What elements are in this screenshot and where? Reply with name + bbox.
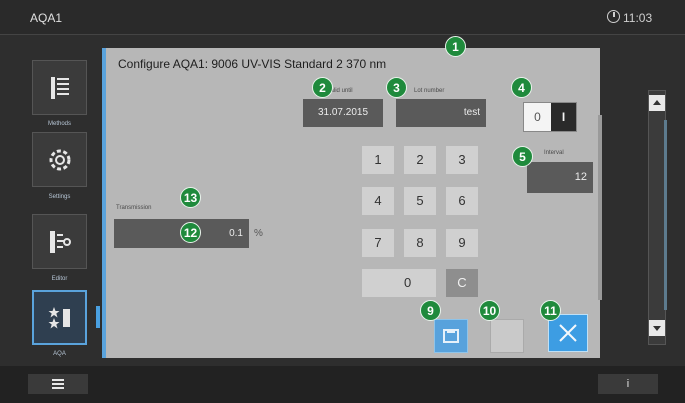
callout-marker-4: 4 <box>511 77 532 98</box>
keypad-key-9[interactable]: 9 <box>446 229 478 257</box>
enable-toggle[interactable]: 0 I <box>523 102 577 132</box>
active-indicator <box>96 306 100 328</box>
info-button[interactable]: i <box>598 374 658 394</box>
close-icon <box>559 324 577 342</box>
top-bar: AQA1 11:03 <box>0 0 685 35</box>
blank-button[interactable] <box>490 319 524 353</box>
scroll-up-button[interactable] <box>649 95 665 111</box>
expiry-date-field[interactable]: 31.07.2015 <box>303 99 383 127</box>
keypad-key-0[interactable]: 0 <box>362 269 436 297</box>
keypad-key-5[interactable]: 5 <box>404 187 436 215</box>
lot-number-label: Lot number <box>414 88 445 94</box>
app-title: AQA1 <box>30 11 63 25</box>
keypad-key-4[interactable]: 4 <box>362 187 394 215</box>
sidebar-label-methods: Methods <box>47 121 71 127</box>
settings-gear-icon <box>49 149 70 170</box>
scroll-down-button[interactable] <box>649 320 665 336</box>
callout-marker-10: 10 <box>479 300 500 321</box>
sidebar-item-methods[interactable] <box>32 60 87 115</box>
lot-number-field[interactable]: test <box>396 99 486 127</box>
keypad-key-3[interactable]: 3 <box>446 146 478 174</box>
transmission-label: Transmission <box>116 205 152 211</box>
menu-icon-line <box>52 387 64 389</box>
sidebar-label-aqa: AQA <box>53 351 66 357</box>
transmission-unit: % <box>254 228 263 239</box>
editor-icon <box>49 230 71 253</box>
callout-marker-1: 1 <box>445 36 466 57</box>
sidebar-label-editor: Editor <box>51 276 68 282</box>
methods-list-icon <box>50 76 69 99</box>
keypad-key-7[interactable]: 7 <box>362 229 394 257</box>
sidebar-item-settings[interactable] <box>32 132 87 187</box>
interval-label: Interval <box>544 150 564 156</box>
save-icon-detail <box>447 329 455 333</box>
callout-marker-13: 13 <box>180 187 201 208</box>
scrollbar-track <box>664 120 667 310</box>
callout-marker-11: 11 <box>540 300 561 321</box>
callout-marker-5: 5 <box>512 146 533 167</box>
keypad-key-2[interactable]: 2 <box>404 146 436 174</box>
keypad-key-6[interactable]: 6 <box>446 187 478 215</box>
clock-time: 11:03 <box>623 11 653 25</box>
sidebar-item-editor[interactable] <box>32 214 87 269</box>
keypad-key-8[interactable]: 8 <box>404 229 436 257</box>
toggle-off-label: 0 <box>524 103 551 131</box>
clock-icon <box>607 10 620 23</box>
sidebar-item-aqa[interactable] <box>32 290 87 345</box>
save-button[interactable] <box>434 319 468 353</box>
menu-icon-line <box>52 383 64 385</box>
bottom-bar <box>0 366 685 403</box>
callout-marker-12: 12 <box>180 222 201 243</box>
sidebar: Methods Settings Editor AQA <box>27 50 97 360</box>
dialog-title: Configure AQA1: 9006 UV-VIS Standard 2 3… <box>118 57 387 71</box>
toggle-on-label: I <box>551 103 576 131</box>
aqa-stars-icon <box>48 306 70 328</box>
dialog-scroll-edge <box>598 115 602 300</box>
keypad-key-1[interactable]: 1 <box>362 146 394 174</box>
sidebar-label-settings: Settings <box>48 194 71 200</box>
interval-field[interactable]: 12 <box>527 162 593 193</box>
menu-button[interactable] <box>28 374 88 394</box>
menu-icon <box>52 379 64 381</box>
callout-marker-9: 9 <box>420 300 441 321</box>
device-screen: AQA1 11:03 Methods Settings Editor AQA C… <box>0 0 685 403</box>
keypad-key-clear[interactable]: C <box>446 269 478 297</box>
callout-marker-2: 2 <box>312 77 333 98</box>
callout-marker-3: 3 <box>386 77 407 98</box>
